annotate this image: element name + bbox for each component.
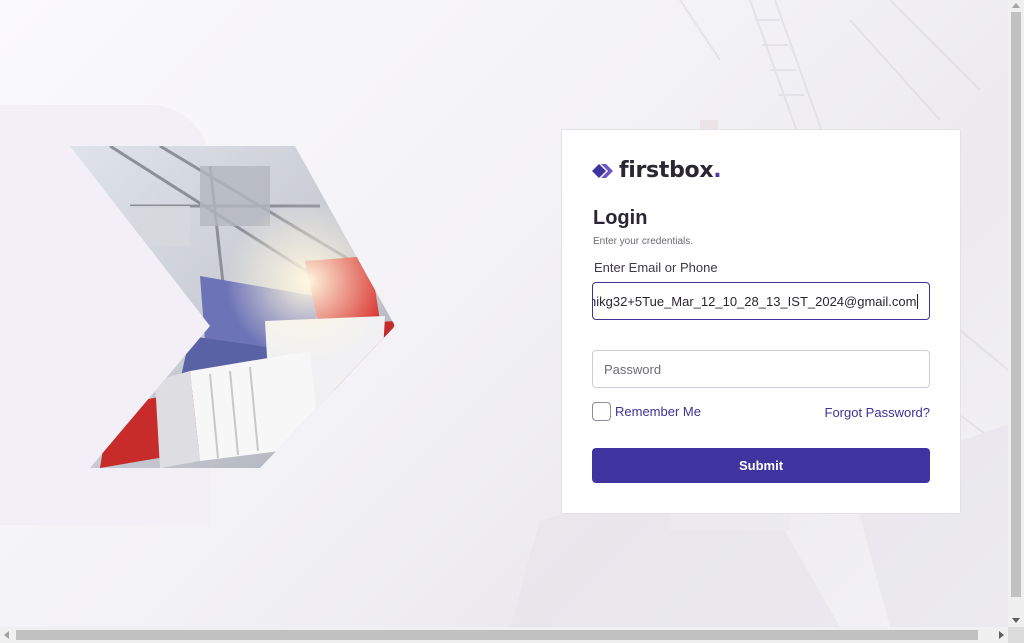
horizontal-scroll-thumb[interactable] xyxy=(16,630,978,640)
hero-containers-image xyxy=(70,146,395,468)
page-title: Login xyxy=(593,207,648,229)
scroll-up-arrow-icon[interactable] xyxy=(1012,3,1020,8)
page-viewport: firstbox. Login Enter your credentials. … xyxy=(0,0,1008,627)
email-field[interactable]: nikg32+5Tue_Mar_12_10_28_13_IST_2024@gma… xyxy=(592,282,930,320)
remember-me-checkbox[interactable] xyxy=(592,402,611,421)
password-placeholder: Password xyxy=(604,361,662,377)
forgot-password-link[interactable]: Forgot Password? xyxy=(825,405,931,420)
vertical-scrollbar[interactable] xyxy=(1008,0,1024,627)
brand-logo: firstbox. xyxy=(592,158,722,183)
remember-me-label[interactable]: Remember Me xyxy=(615,404,701,419)
email-field-value: nikg32+5Tue_Mar_12_10_28_13_IST_2024@gma… xyxy=(592,293,917,309)
login-card: firstbox. Login Enter your credentials. … xyxy=(561,129,961,514)
scroll-right-arrow-icon[interactable] xyxy=(999,631,1004,639)
text-caret xyxy=(917,293,918,309)
horizontal-scrollbar[interactable] xyxy=(0,627,1008,643)
diamond-arrow-logo-icon xyxy=(592,163,613,178)
email-field-label: Enter Email or Phone xyxy=(594,260,718,275)
page-subtitle: Enter your credentials. xyxy=(593,236,694,247)
vertical-scroll-thumb[interactable] xyxy=(1011,12,1021,597)
password-field[interactable]: Password xyxy=(592,350,930,388)
brand-name: firstbox. xyxy=(619,158,722,183)
scroll-down-arrow-icon[interactable] xyxy=(1012,618,1020,623)
submit-button[interactable]: Submit xyxy=(592,448,930,483)
scroll-left-arrow-icon[interactable] xyxy=(4,631,9,639)
remember-me-control[interactable]: Remember Me xyxy=(592,402,701,421)
scrollbar-corner xyxy=(1008,627,1024,643)
